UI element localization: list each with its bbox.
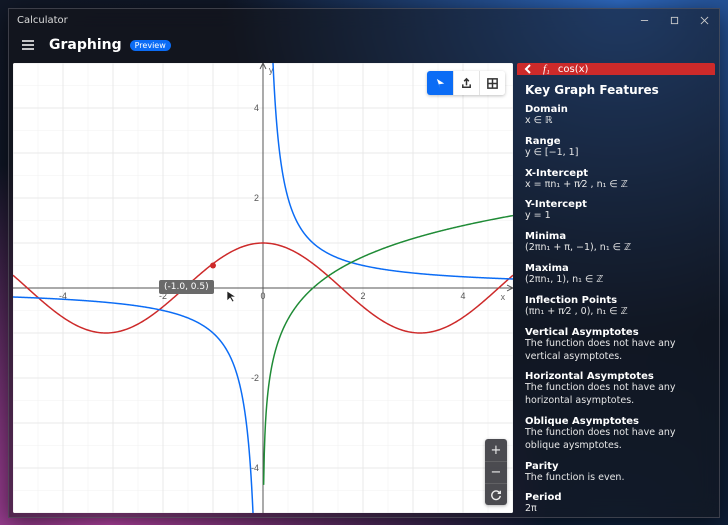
feature-label: Vertical Asymptotes [525,327,707,338]
feature-value: (2πn₁, 1), n₁ ∈ ℤ [525,274,707,287]
app-title: Calculator [17,15,68,26]
feature-item: Maxima(2πn₁, 1), n₁ ∈ ℤ [517,260,715,292]
feature-item: Vertical AsymptotesThe function does not… [517,324,715,369]
panel-title: Key Graph Features [517,75,715,101]
feature-item: Domainx ∈ ℝ [517,101,715,133]
feature-value: The function does not have any vertical … [525,338,707,364]
share-button[interactable] [453,71,479,95]
feature-label: Inflection Points [525,295,707,306]
graph-options-button[interactable] [479,71,505,95]
feature-list: Domainx ∈ ℝRangey ∈ [−1, 1]X-Interceptx … [517,101,715,513]
feature-label: Horizontal Asymptotes [525,371,707,382]
feature-item: X-Interceptx = πn₁ + π⁄2 , n₁ ∈ ℤ [517,165,715,197]
function-expression: cos(x) [558,64,589,75]
feature-item: Rangey ∈ [−1, 1] [517,133,715,165]
feature-value: (2πn₁ + π, −1), n₁ ∈ ℤ [525,242,707,255]
feature-value: 2π [525,503,707,513]
feature-value: The function is even. [525,472,707,485]
feature-label: Maxima [525,263,707,274]
svg-text:4: 4 [461,291,466,301]
feature-label: Range [525,136,707,147]
svg-text:2: 2 [254,193,259,203]
calculator-window: Calculator Graphing Preview xy-4-2024-4-… [8,8,720,518]
feature-item: Oblique AsymptotesThe function does not … [517,413,715,458]
function-index: f₁ [543,63,550,75]
feature-value: y ∈ [−1, 1] [525,147,707,160]
maximize-button[interactable] [659,9,689,31]
feature-label: Domain [525,104,707,115]
zoom-out-button[interactable]: − [485,461,507,483]
feature-value: The function does not have any horizonta… [525,382,707,408]
mode-title: Graphing [49,37,122,53]
feature-item: Minima(2πn₁ + π, −1), n₁ ∈ ℤ [517,228,715,260]
feature-label: Period [525,492,707,503]
svg-text:-2: -2 [251,373,259,383]
back-button[interactable] [523,63,537,75]
close-button[interactable] [689,9,719,31]
cursor-icon [225,288,239,307]
graph-area[interactable]: xy-4-2024-4-224 (-1.0, 0.5) [13,63,513,513]
feature-value: y = 1 [525,210,707,223]
zoom-in-button[interactable]: + [485,439,507,461]
hamburger-menu-button[interactable] [15,32,41,58]
feature-label: Oblique Asymptotes [525,416,707,427]
trace-tooltip: (-1.0, 0.5) [159,280,214,294]
minimize-button[interactable] [629,9,659,31]
key-features-panel[interactable]: f₁ cos(x) Key Graph Features Domainx ∈ ℝ… [517,63,715,513]
feature-item: Y-Intercepty = 1 [517,196,715,228]
feature-label: Y-Intercept [525,199,707,210]
titlebar[interactable]: Calculator [9,9,719,31]
feature-item: ParityThe function is even. [517,458,715,490]
zoom-controls: + − [485,439,507,505]
svg-text:x: x [501,292,506,302]
svg-text:-4: -4 [251,463,259,473]
feature-value: x = πn₁ + π⁄2 , n₁ ∈ ℤ [525,179,707,192]
preview-badge: Preview [130,40,171,51]
header: Graphing Preview [9,31,719,59]
feature-item: Inflection Points(πn₁ + π⁄2 , 0), n₁ ∈ ℤ [517,292,715,324]
feature-label: X-Intercept [525,168,707,179]
feature-value: The function does not have any oblique a… [525,427,707,453]
feature-item: Period2π [517,489,715,513]
feature-label: Minima [525,231,707,242]
feature-label: Parity [525,461,707,472]
svg-text:0: 0 [261,291,266,301]
feature-value: (πn₁ + π⁄2 , 0), n₁ ∈ ℤ [525,306,707,319]
graph-canvas[interactable]: xy-4-2024-4-224 [13,63,513,513]
trace-button[interactable] [427,71,453,95]
svg-text:4: 4 [254,103,259,113]
function-header: f₁ cos(x) [517,63,715,75]
zoom-reset-button[interactable] [485,483,507,505]
feature-value: x ∈ ℝ [525,115,707,128]
graph-toolbar [427,71,505,95]
svg-text:2: 2 [361,291,366,301]
feature-item: Horizontal AsymptotesThe function does n… [517,368,715,413]
